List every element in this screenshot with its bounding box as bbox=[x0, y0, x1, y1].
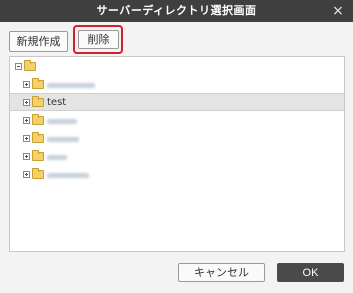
tree-item[interactable] bbox=[10, 112, 344, 130]
expand-icon[interactable] bbox=[23, 171, 30, 178]
expand-icon[interactable] bbox=[23, 135, 30, 142]
folder-icon bbox=[32, 78, 44, 89]
tree-item[interactable] bbox=[10, 166, 344, 184]
close-icon[interactable]: × bbox=[330, 3, 346, 19]
redacted-label bbox=[47, 83, 95, 88]
redacted-label bbox=[47, 137, 79, 142]
expand-icon[interactable] bbox=[23, 117, 30, 124]
new-folder-button[interactable]: 新規作成 bbox=[9, 31, 68, 52]
expand-icon[interactable] bbox=[23, 99, 30, 106]
expand-icon[interactable] bbox=[23, 153, 30, 160]
folder-open-icon bbox=[24, 60, 36, 71]
dialog-title: サーバーディレクトリ選択画面 bbox=[96, 4, 257, 17]
tree-item[interactable] bbox=[10, 130, 344, 148]
folder-icon bbox=[32, 168, 44, 179]
dialog-titlebar: サーバーディレクトリ選択画面 × bbox=[0, 0, 353, 22]
tree-item[interactable] bbox=[10, 76, 344, 94]
cancel-button[interactable]: キャンセル bbox=[178, 263, 265, 282]
folder-icon bbox=[32, 132, 44, 143]
folder-icon bbox=[32, 96, 44, 107]
folder-icon bbox=[32, 150, 44, 161]
tree-item-selected[interactable]: test bbox=[10, 93, 344, 111]
delete-button[interactable]: 削除 bbox=[78, 30, 119, 49]
redacted-label bbox=[47, 119, 77, 124]
ok-button[interactable]: OK bbox=[277, 263, 344, 282]
tree-root[interactable] bbox=[10, 58, 344, 76]
redacted-label bbox=[47, 155, 67, 160]
tree-item-label: test bbox=[47, 97, 67, 108]
directory-tree[interactable]: test bbox=[9, 56, 345, 252]
folder-icon bbox=[32, 114, 44, 125]
tree-item[interactable] bbox=[10, 148, 344, 166]
redacted-label bbox=[47, 173, 89, 178]
expand-icon[interactable] bbox=[23, 81, 30, 88]
collapse-icon[interactable] bbox=[15, 63, 22, 70]
